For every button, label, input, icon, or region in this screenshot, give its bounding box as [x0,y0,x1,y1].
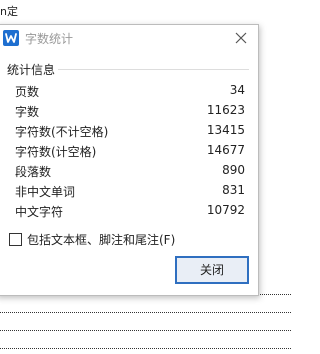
stat-value: 10792 [206,203,245,217]
close-icon[interactable] [232,29,250,47]
document-text-fragment: n定 [0,5,18,18]
stat-row-non-chinese-words: 非中文单词 831 [15,183,245,201]
stat-row-paragraphs: 段落数 890 [15,163,245,181]
dotted-line [0,348,291,349]
dialog-titlebar[interactable]: 字数统计 [0,25,258,51]
stat-value: 34 [229,83,245,97]
dotted-line [0,312,291,313]
wps-writer-icon [3,30,19,46]
stat-value: 13415 [206,123,245,137]
stat-label: 中文字符 [15,205,64,219]
stat-row-chars-no-spaces: 字符数(不计空格) 13415 [15,123,245,141]
close-button[interactable]: 关闭 [175,256,249,284]
group-title: 统计信息 [7,63,56,77]
dotted-line [0,330,291,331]
group-divider [58,69,249,70]
stat-label: 页数 [15,85,40,99]
stat-value: 831 [222,183,245,197]
stat-row-pages: 页数 34 [15,83,245,101]
stat-row-words: 字数 11623 [15,103,245,121]
stat-label: 字符数(计空格) [15,145,97,159]
stat-row-chars-with-spaces: 字符数(计空格) 14677 [15,143,245,161]
stat-label: 段落数 [15,165,52,179]
checkbox-box[interactable] [9,233,22,246]
stat-value: 11623 [206,103,245,117]
stat-value: 14677 [206,143,245,157]
stat-label: 非中文单词 [15,185,76,199]
word-count-dialog: 字数统计 统计信息 页数 34 字数 11623 字符数(不计空格) 13415… [0,24,259,296]
stat-label: 字符数(不计空格) [15,125,109,139]
stat-label: 字数 [15,105,40,119]
stat-row-chinese-chars: 中文字符 10792 [15,203,245,221]
checkbox-label[interactable]: 包括文本框、脚注和尾注(F) [27,231,175,248]
stat-value: 890 [222,163,245,177]
dialog-title: 字数统计 [25,32,74,46]
